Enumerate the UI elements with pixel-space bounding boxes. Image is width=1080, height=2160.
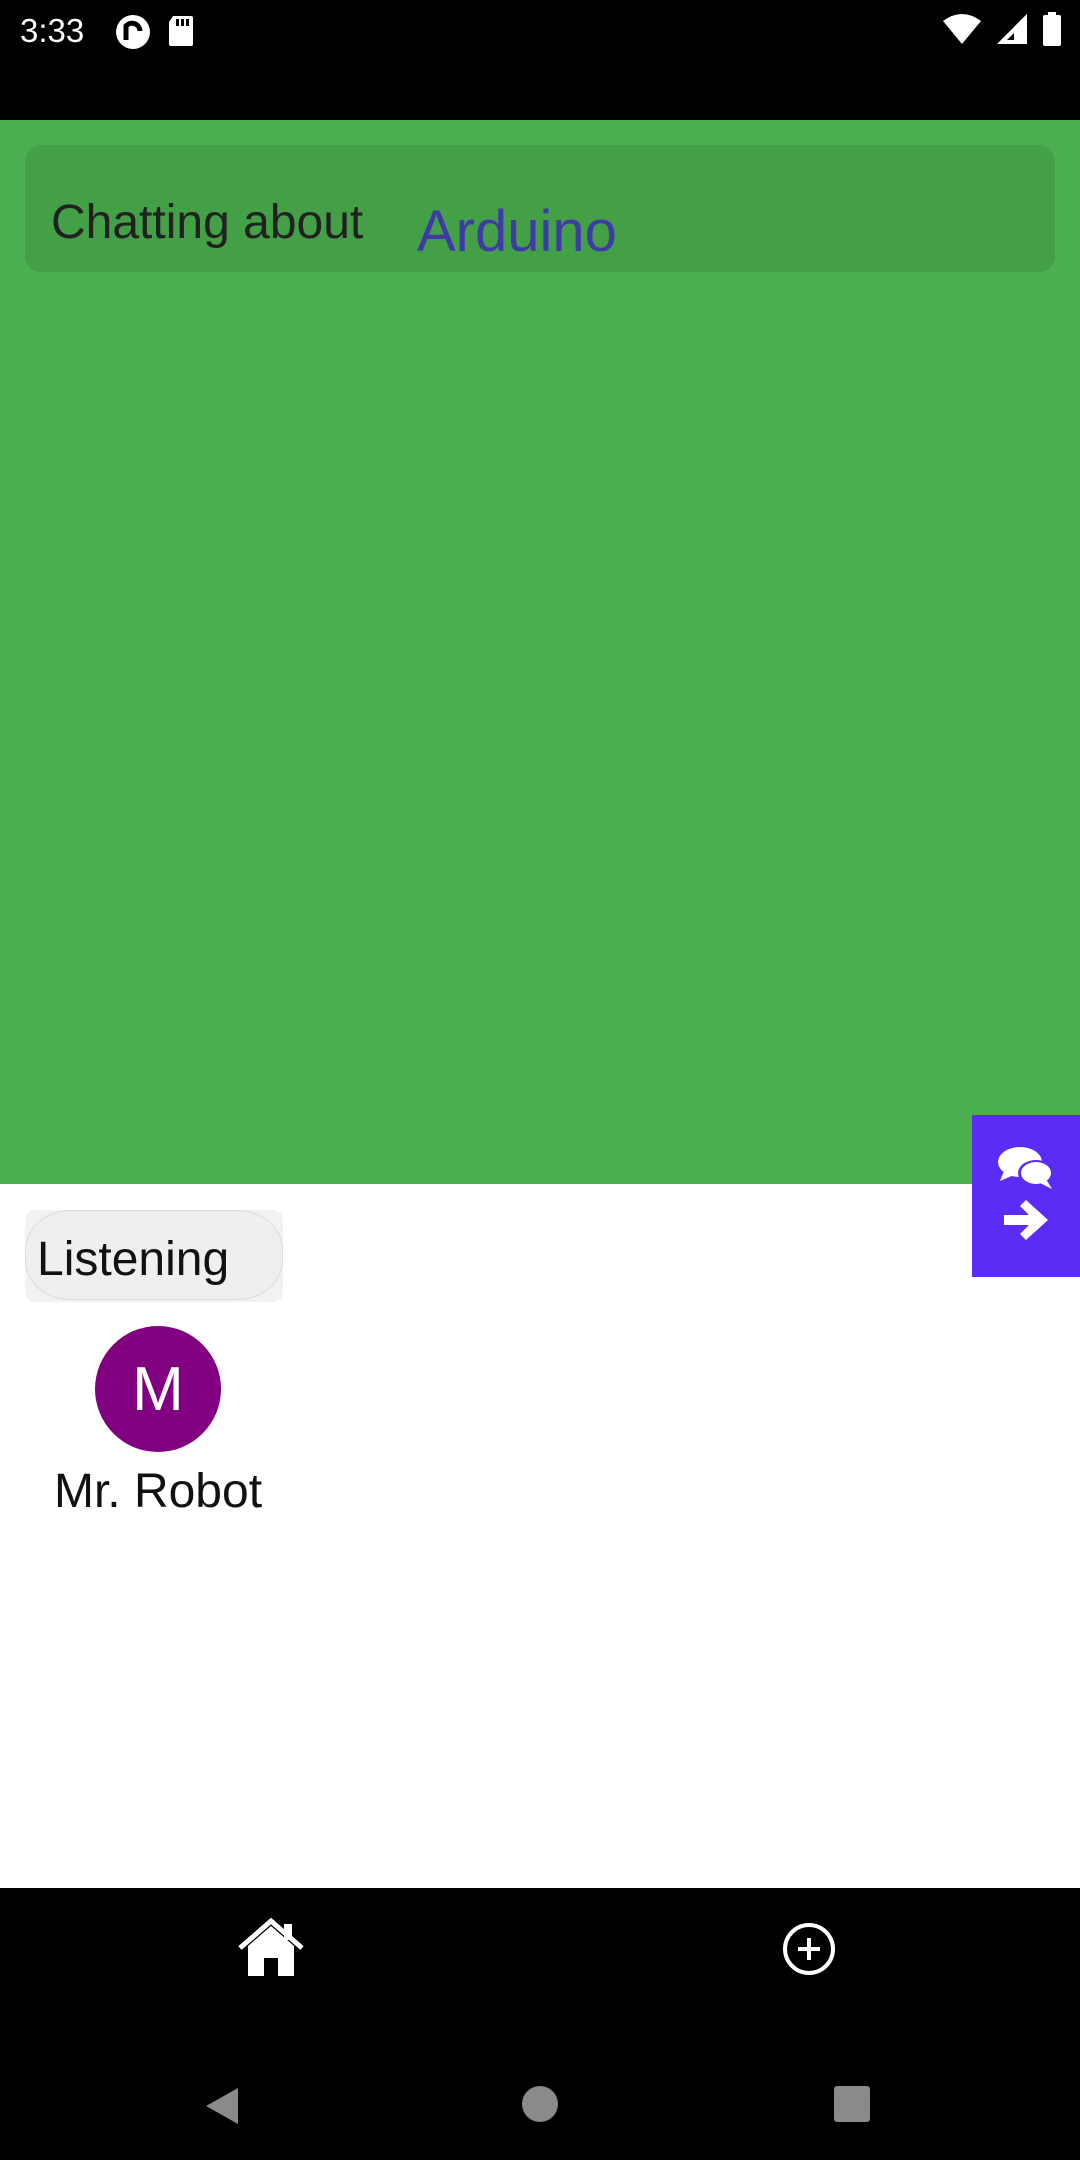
avatar: M bbox=[95, 1326, 221, 1452]
participant[interactable]: M Mr. Robot bbox=[30, 1326, 286, 1519]
avatar-initial: M bbox=[132, 1354, 184, 1424]
sd-card-icon bbox=[167, 14, 195, 55]
participant-name: Mr. Robot bbox=[53, 1465, 263, 1518]
system-back-icon[interactable] bbox=[202, 2086, 242, 2131]
battery-icon bbox=[1042, 12, 1062, 51]
arrow-right-icon bbox=[1002, 1198, 1050, 1247]
status-bar: 3:33 bbox=[0, 0, 1080, 120]
chat-topic-prefix: Chatting about bbox=[51, 196, 364, 249]
chat-canvas: Chatting about Arduino bbox=[0, 120, 1080, 1184]
chat-topic-header: Chatting about Arduino bbox=[25, 145, 1055, 272]
chat-topic-name: Arduino bbox=[417, 199, 617, 264]
wifi-icon bbox=[942, 13, 982, 50]
system-home-icon[interactable] bbox=[522, 2086, 558, 2122]
chat-bubbles-icon bbox=[996, 1145, 1056, 1198]
status-left-icons bbox=[115, 14, 195, 55]
listening-chip-label: Listening bbox=[37, 1233, 230, 1286]
add-circle-icon[interactable] bbox=[778, 1918, 840, 1980]
status-right-icons bbox=[942, 12, 1062, 51]
bottom-nav bbox=[0, 1888, 1080, 2160]
join-chat-button[interactable] bbox=[972, 1115, 1080, 1277]
system-recents-icon[interactable] bbox=[834, 2086, 870, 2122]
cell-signal-icon bbox=[996, 13, 1028, 50]
home-icon[interactable] bbox=[236, 1917, 306, 1980]
status-time: 3:33 bbox=[20, 12, 85, 49]
pocket-casts-icon bbox=[115, 14, 151, 55]
